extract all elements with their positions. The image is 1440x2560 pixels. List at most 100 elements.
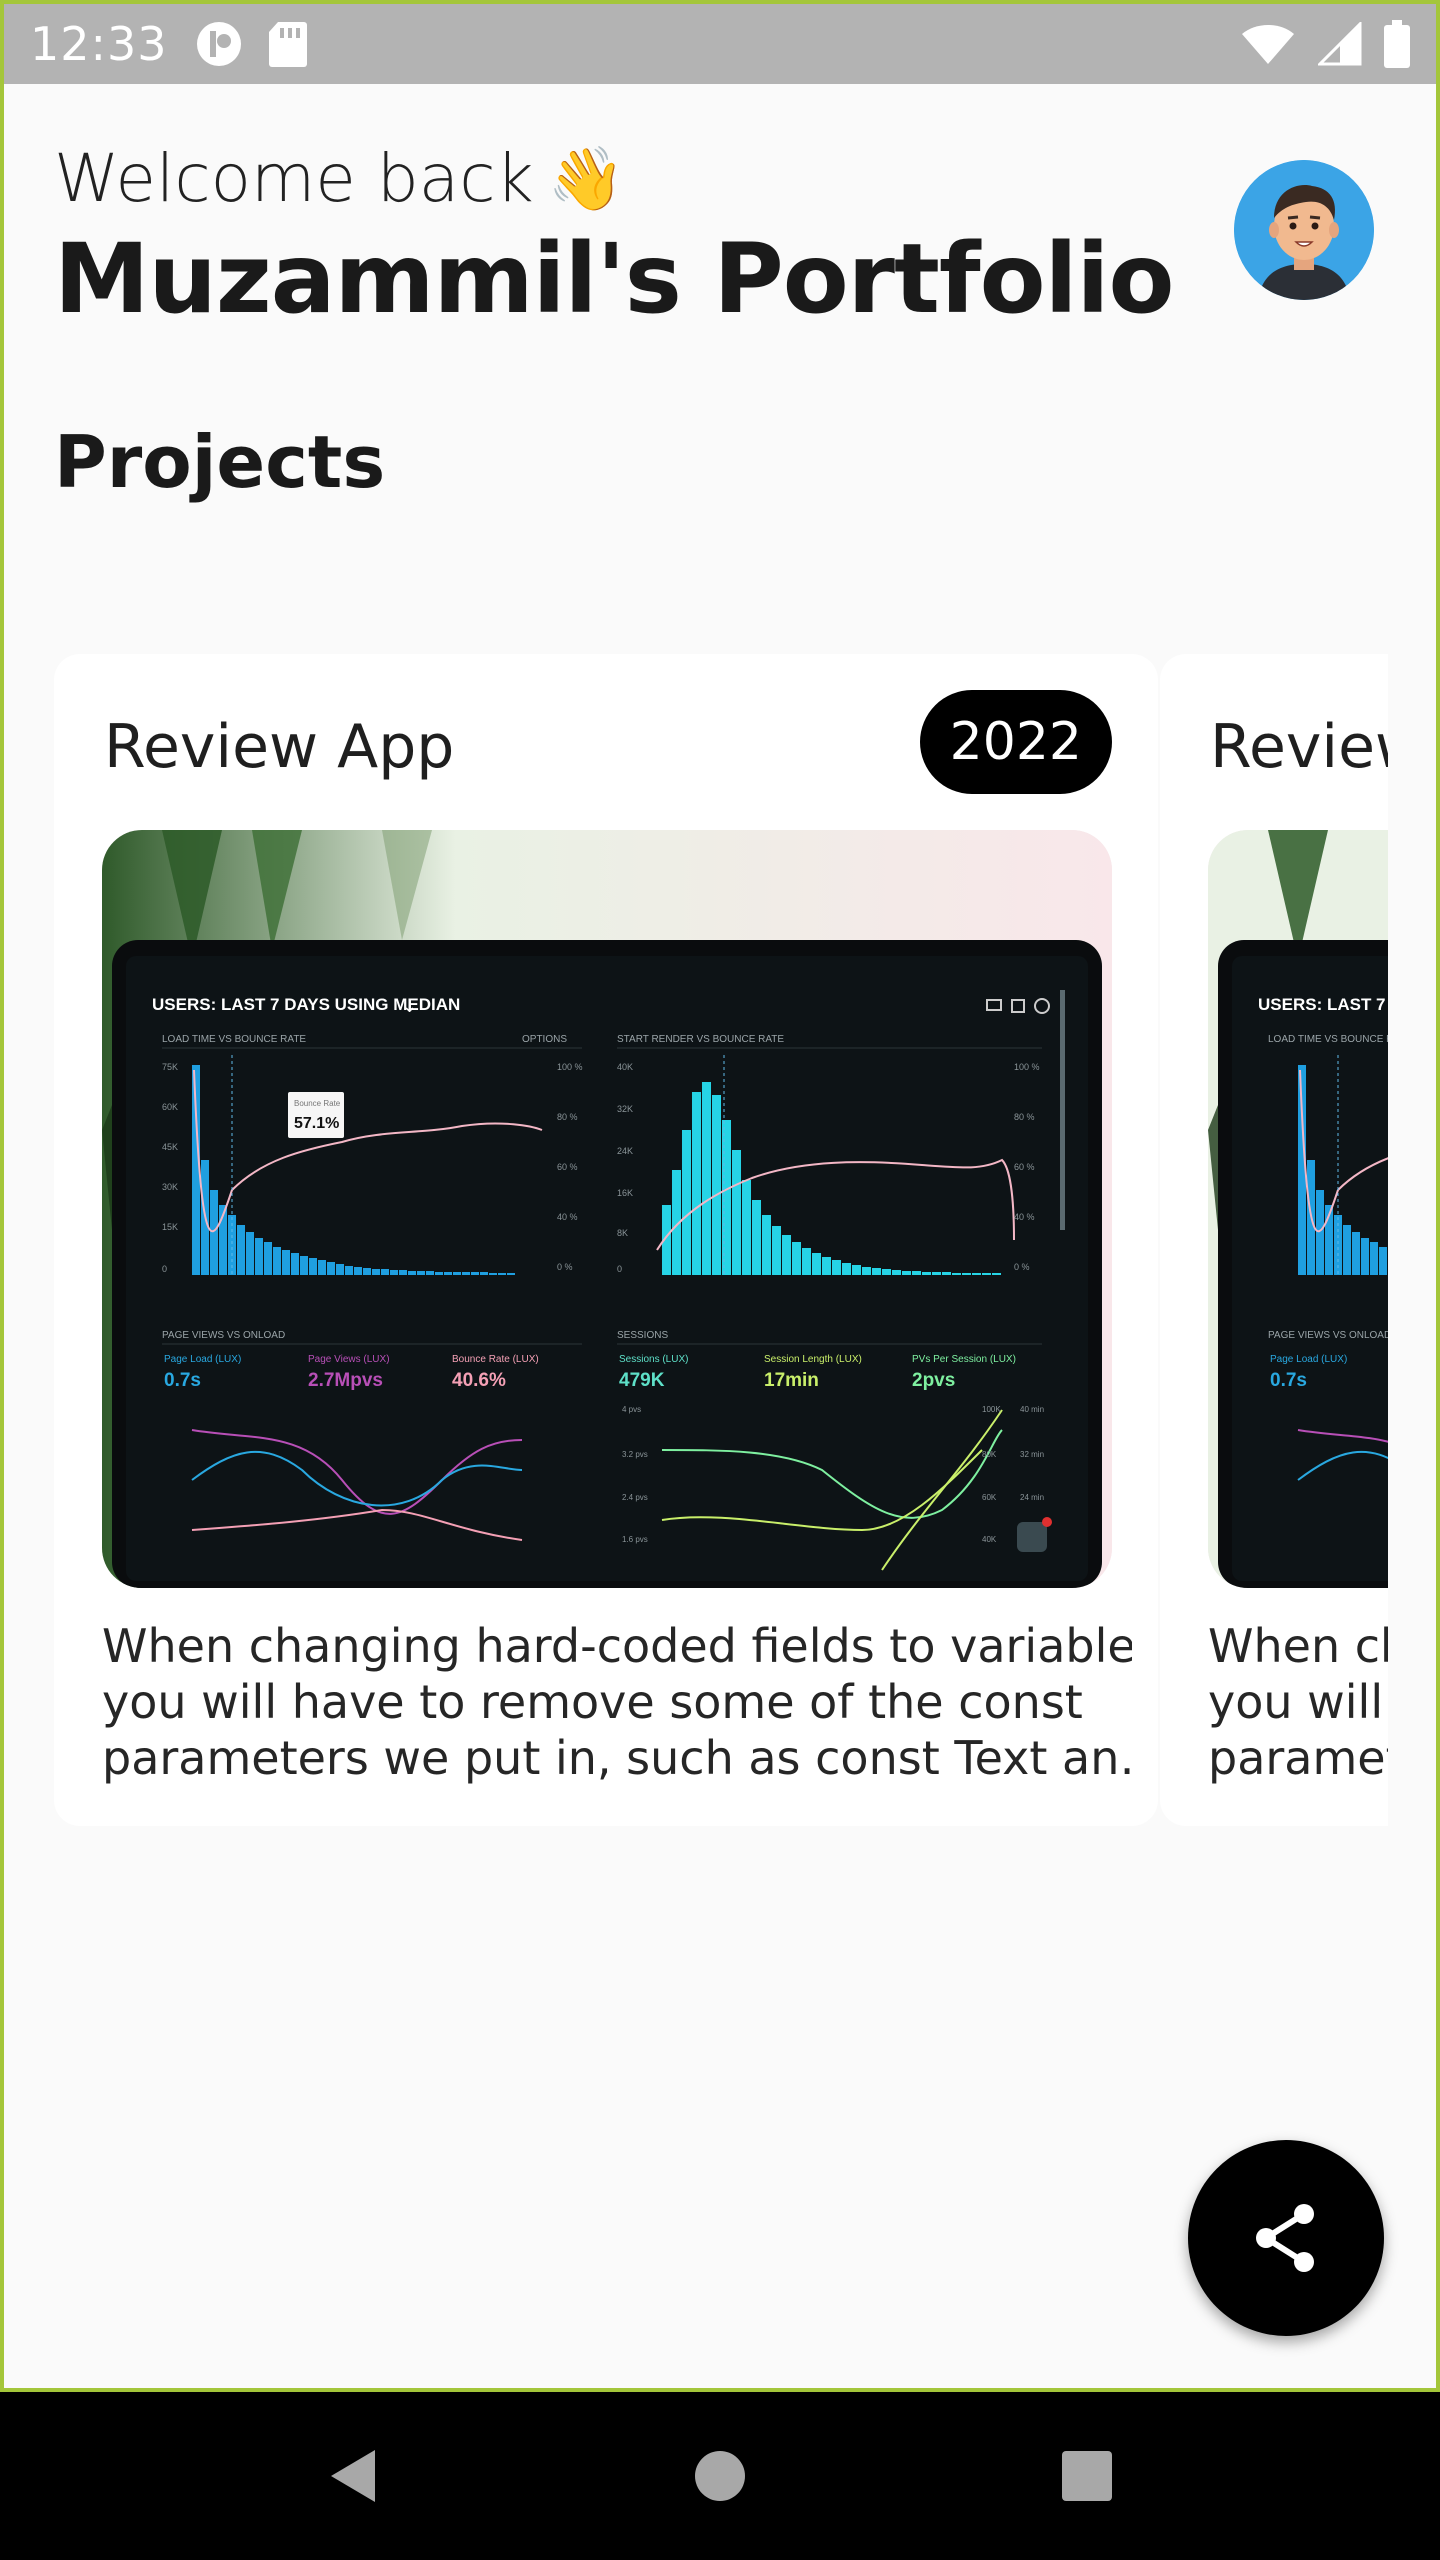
metric-value: 0.7s [164,1370,201,1391]
dashboard-screenshot: USERS: LAST 7 DAYS USING MEDIAN ⌄ LOAD T… [102,830,1112,1588]
project-description: When changing hard-coded fields to varia… [102,1618,1132,1786]
tooltip-label: Bounce Rate [294,1099,341,1108]
svg-text:1.6 pvs: 1.6 pvs [622,1535,648,1544]
dashboard-header: USERS: LAST 7 DAYS USING MEDIAN [1258,995,1388,1014]
svg-text:24 min: 24 min [1020,1493,1044,1502]
svg-text:0: 0 [162,1264,167,1274]
panel2-title: START RENDER VS BOUNCE RATE [617,1034,784,1045]
project-image: USERS: LAST 7 DAYS USING MEDIAN LOAD TIM… [1208,830,1388,1588]
svg-text:0 %: 0 % [1014,1262,1030,1272]
svg-text:80 %: 80 % [1014,1112,1035,1122]
svg-text:32K: 32K [617,1104,633,1114]
svg-text:40 %: 40 % [1014,1212,1035,1222]
svg-text:30K: 30K [162,1182,178,1192]
section-title: Projects [54,420,386,504]
tooltip-value: 57.1% [294,1115,339,1132]
welcome-line: Welcome back 👋 [54,140,1384,217]
panel4-title: SESSIONS [617,1330,668,1341]
description-line: parameters we put in, such as const Text… [1208,1731,1388,1785]
metric-value: 40.6% [452,1370,506,1391]
media-icon [196,22,241,66]
metric-label: Bounce Rate (LUX) [452,1354,539,1365]
svg-text:32 min: 32 min [1020,1450,1044,1459]
project-image: USERS: LAST 7 DAYS USING MEDIAN ⌄ LOAD T… [102,830,1112,1588]
svg-text:60K: 60K [982,1493,997,1502]
metric-label: Page Views (LUX) [308,1354,390,1365]
svg-text:8K: 8K [617,1228,628,1238]
wifi-icon [1242,25,1294,64]
metric-label: PVs Per Session (LUX) [912,1354,1016,1365]
home-icon [694,2451,745,2501]
svg-text:100 %: 100 % [557,1062,583,1072]
metric-value: 2.7Mpvs [308,1370,383,1391]
back-icon [331,2450,376,2502]
metric-label: Sessions (LUX) [619,1354,688,1365]
project-title: Review App [104,712,455,782]
panel1-options: OPTIONS [522,1034,567,1045]
year-badge: 2022 [919,690,1112,794]
metric-value: 17min [764,1370,819,1391]
dashboard-screenshot: USERS: LAST 7 DAYS USING MEDIAN LOAD TIM… [1208,830,1388,1588]
cellular-signal-icon [1318,22,1362,66]
description-line: When changing hard-coded fields to varia… [1208,1619,1388,1673]
svg-text:0: 0 [617,1264,622,1274]
page-title: Muzammil's Portfolio [54,223,1174,335]
description-line: When changing hard-coded fields to varia… [102,1619,1132,1673]
svg-text:24K: 24K [617,1146,633,1156]
svg-text:40K: 40K [617,1062,633,1072]
svg-text:0 %: 0 % [557,1262,573,1272]
svg-text:4 pvs: 4 pvs [622,1405,641,1414]
metric-label: Page Load (LUX) [1270,1354,1347,1365]
share-icon [1256,2204,1314,2272]
svg-text:60 %: 60 % [1014,1162,1035,1172]
svg-text:60K: 60K [162,1102,178,1112]
project-card[interactable]: Review App 2022 USERS: LAST 7 DAYS USING… [1160,654,1388,1826]
description-line: you will have to remove some of the cons… [102,1675,1083,1729]
description-line: you will have to remove some of the cons… [1208,1675,1388,1729]
project-title: Review App [1210,712,1388,782]
svg-text:2.4 pvs: 2.4 pvs [622,1493,648,1502]
svg-text:⌄: ⌄ [402,996,417,1017]
projects-carousel[interactable]: Review App 2022 USERS: LAST 7 DAYS USING… [54,654,1388,1826]
metric-label: Session Length (LUX) [764,1354,862,1365]
svg-text:40 %: 40 % [557,1212,578,1222]
svg-text:60 %: 60 % [557,1162,578,1172]
system-nav-bar [0,2392,1440,2560]
project-card[interactable]: Review App 2022 USERS: LAST 7 DAYS USING… [54,654,1158,1826]
svg-text:16K: 16K [617,1188,633,1198]
status-time: 12:33 [30,17,168,71]
svg-text:40 min: 40 min [1020,1405,1044,1414]
svg-text:3.2 pvs: 3.2 pvs [622,1450,648,1459]
metric-value: 2pvs [912,1370,955,1391]
svg-text:45K: 45K [162,1142,178,1152]
battery-icon [1384,20,1410,68]
share-button[interactable] [1188,2140,1384,2336]
metric-value: 479K [619,1370,665,1391]
nav-back-button[interactable] [313,2436,393,2516]
sd-card-icon [268,22,307,67]
status-left-icons [194,19,308,69]
svg-text:15K: 15K [162,1222,178,1232]
nav-recents-button[interactable] [1047,2436,1127,2516]
svg-text:100 %: 100 % [1014,1062,1040,1072]
welcome-text: Welcome back [54,140,534,217]
recents-icon [1061,2451,1112,2501]
svg-text:75K: 75K [162,1062,178,1072]
svg-text:80K: 80K [982,1450,997,1459]
svg-text:100K: 100K [982,1405,1001,1414]
header: Welcome back 👋 Muzammil's Portfolio [54,140,1384,335]
project-description: When changing hard-coded fields to varia… [1208,1618,1388,1786]
description-line: parameters we put in, such as const Text… [102,1731,1132,1785]
svg-text:80 %: 80 % [557,1112,578,1122]
avatar[interactable] [1234,160,1374,300]
metric-value: 0.7s [1270,1370,1307,1391]
panel1-title: LOAD TIME VS BOUNCE RATE [1268,1034,1388,1045]
status-right-icons [1240,20,1410,68]
panel3-title: PAGE VIEWS VS ONLOAD [1268,1330,1388,1341]
svg-text:40K: 40K [982,1535,997,1544]
panel3-title: PAGE VIEWS VS ONLOAD [162,1330,285,1341]
metric-label: Page Load (LUX) [164,1354,241,1365]
panel1-title: LOAD TIME VS BOUNCE RATE [162,1034,306,1045]
nav-home-button[interactable] [680,2436,760,2516]
status-bar: 12:33 [0,0,1440,84]
